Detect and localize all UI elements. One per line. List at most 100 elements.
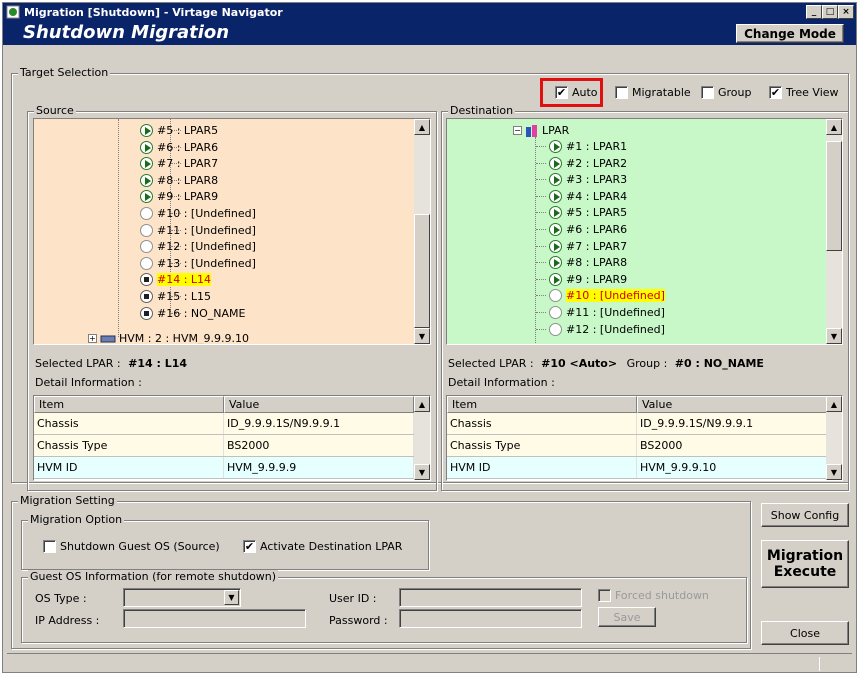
migration-execute-button[interactable]: Migration Execute: [761, 540, 849, 588]
tree-node-lpar[interactable]: #11 : [Undefined]: [140, 223, 256, 238]
column-header-item[interactable]: Item: [447, 396, 637, 413]
undefined-lpar-icon: [549, 289, 562, 303]
destination-group-value: #0 : NO_NAME: [674, 357, 764, 370]
tree-node-lpar[interactable]: #5 : LPAR5: [140, 123, 218, 138]
tree-node-lpar[interactable]: #7 : LPAR7: [549, 239, 627, 254]
guest-os-info-label: Guest OS Information (for remote shutdow…: [28, 570, 279, 583]
table-row[interactable]: Chassis Type BS2000: [447, 435, 828, 457]
chevron-down-icon[interactable]: ▼: [224, 590, 239, 605]
source-grid-scrollbar[interactable]: ▲ ▼: [414, 396, 430, 480]
shutdown-guest-os-checkbox[interactable]: Shutdown Guest OS (Source): [43, 540, 220, 553]
table-row[interactable]: Chassis ID_9.9.9.1S/N9.9.9.1: [447, 413, 828, 435]
expand-icon[interactable]: +: [88, 334, 97, 343]
scroll-thumb[interactable]: [414, 214, 430, 328]
user-id-field[interactable]: [399, 588, 582, 607]
tree-node-lpar[interactable]: #7 : LPAR7: [140, 156, 218, 171]
tree-node-lpar[interactable]: #12 : [Undefined]: [549, 322, 665, 337]
column-header-value[interactable]: Value: [224, 396, 414, 413]
collapse-icon[interactable]: −: [513, 126, 522, 135]
tree-node-lpar[interactable]: #15 : L15: [140, 289, 211, 304]
scroll-thumb[interactable]: [826, 141, 842, 251]
tree-node-lpar[interactable]: #9 : LPAR9: [549, 272, 627, 287]
tree-view-checkbox[interactable]: ✔ Tree View: [769, 86, 839, 99]
tree-node-label: #8 : LPAR8: [566, 256, 628, 270]
page-title: Shutdown Migration: [23, 22, 230, 43]
table-row[interactable]: Chassis ID_9.9.9.1S/N9.9.9.1: [34, 413, 416, 435]
ip-address-field[interactable]: [123, 609, 306, 628]
scroll-down-icon[interactable]: ▼: [414, 464, 430, 480]
hvm-tree-node[interactable]: + HVM : 2 : HVM_9.9.9.10: [88, 331, 249, 344]
window-title: Migration [Shutdown] - Virtage Navigator: [24, 5, 283, 19]
destination-label: Destination: [448, 104, 516, 117]
tree-node-label: #9 : LPAR9: [566, 272, 628, 286]
destination-grid-scrollbar[interactable]: ▲ ▼: [826, 396, 842, 480]
tree-node-lpar[interactable]: #8 : LPAR8: [140, 173, 218, 188]
running-lpar-icon: [140, 124, 153, 137]
tree-node-lpar[interactable]: #11 : [Undefined]: [549, 305, 665, 320]
close-button[interactable]: Close: [761, 621, 849, 645]
scroll-down-icon[interactable]: ▼: [826, 328, 842, 344]
undefined-lpar-icon: [549, 322, 562, 336]
minimize-icon[interactable]: _: [806, 5, 822, 19]
source-tree[interactable]: + HVM : 2 : HVM_9.9.9.10 #5 : LPAR5 #6 : …: [33, 118, 431, 345]
migratable-checkbox[interactable]: Migratable: [615, 86, 691, 99]
tree-node-lpar[interactable]: #1 : LPAR1: [549, 139, 627, 154]
change-mode-button[interactable]: Change Mode: [736, 24, 844, 43]
tree-node-label: #9 : LPAR9: [157, 190, 219, 204]
source-tree-scrollbar[interactable]: ▲ ▼: [414, 119, 430, 344]
tree-node-lpar[interactable]: #10 : [Undefined]: [549, 288, 665, 303]
show-config-button[interactable]: Show Config: [761, 503, 849, 527]
source-selected-value: #14 : L14: [128, 357, 188, 370]
tree-node-lpar[interactable]: #3 : LPAR3: [549, 172, 627, 187]
password-field[interactable]: [399, 609, 582, 628]
lpar-root-node[interactable]: − LPAR: [513, 123, 569, 138]
scroll-up-icon[interactable]: ▲: [414, 119, 430, 135]
title-bar: Migration [Shutdown] - Virtage Navigator…: [3, 3, 856, 21]
scroll-up-icon[interactable]: ▲: [826, 119, 842, 135]
column-header-item[interactable]: Item: [34, 396, 224, 413]
password-label: Password :: [329, 614, 388, 627]
tree-node-lpar[interactable]: #13 : [Undefined]: [140, 256, 256, 271]
running-lpar-icon: [549, 256, 562, 270]
tree-node-label: #8 : LPAR8: [157, 173, 219, 187]
activate-destination-checkbox[interactable]: ✔ Activate Destination LPAR: [243, 540, 402, 553]
scroll-up-icon[interactable]: ▲: [414, 396, 430, 412]
close-icon[interactable]: ×: [838, 5, 854, 19]
tree-node-lpar[interactable]: #5 : LPAR5: [549, 205, 627, 220]
destination-tree[interactable]: − LPAR #1 : LPAR1 #2 : LPAR2 #3 : LPAR3 #4 …: [446, 118, 843, 345]
tree-node-lpar[interactable]: #8 : LPAR8: [549, 255, 627, 270]
migration-setting-label: Migration Setting: [18, 494, 117, 507]
save-button[interactable]: Save: [598, 607, 656, 627]
scroll-down-icon[interactable]: ▼: [414, 328, 430, 344]
source-label: Source: [34, 104, 76, 117]
tree-node-label: #10 : [Undefined]: [566, 289, 665, 303]
tree-node-lpar[interactable]: #2 : LPAR2: [549, 156, 627, 171]
column-header-value[interactable]: Value: [637, 396, 827, 413]
tree-node-lpar[interactable]: #9 : LPAR9: [140, 189, 218, 204]
maximize-icon[interactable]: □: [822, 5, 838, 19]
destination-detail-grid[interactable]: Item Value Chassis ID_9.9.9.1S/N9.9.9.1 …: [446, 395, 843, 481]
tree-node-label: #11 : [Undefined]: [566, 306, 665, 319]
group-checkbox[interactable]: Group: [701, 86, 752, 99]
os-type-select[interactable]: ▼: [123, 588, 241, 607]
undefined-lpar-icon: [140, 207, 153, 220]
tree-node-lpar[interactable]: #16 : NO_NAME: [140, 306, 246, 321]
tree-node-lpar[interactable]: #6 : LPAR6: [549, 222, 627, 237]
scroll-up-icon[interactable]: ▲: [826, 396, 842, 412]
table-row[interactable]: HVM ID HVM_9.9.9.10: [447, 457, 828, 479]
running-lpar-icon: [140, 190, 153, 204]
tree-node-lpar[interactable]: #14 : L14: [140, 272, 212, 287]
destination-tree-scrollbar[interactable]: ▲ ▼: [826, 119, 842, 344]
tree-node-label: #5 : LPAR5: [566, 206, 628, 220]
source-detail-grid[interactable]: Item Value Chassis ID_9.9.9.1S/N9.9.9.1 …: [33, 395, 431, 481]
tree-node-lpar[interactable]: #4 : LPAR4: [549, 189, 627, 204]
tree-node-lpar[interactable]: #6 : LPAR6: [140, 140, 218, 155]
running-lpar-icon: [549, 140, 562, 153]
tree-node-lpar[interactable]: #12 : [Undefined]: [140, 239, 256, 254]
scroll-down-icon[interactable]: ▼: [826, 464, 842, 480]
tree-node-lpar[interactable]: #10 : [Undefined]: [140, 206, 256, 221]
forced-shutdown-checkbox[interactable]: Forced shutdown: [598, 589, 709, 602]
tree-node-label: #10 : [Undefined]: [157, 207, 256, 220]
table-row[interactable]: Chassis Type BS2000: [34, 435, 416, 457]
table-row[interactable]: HVM ID HVM_9.9.9.9: [34, 457, 416, 479]
